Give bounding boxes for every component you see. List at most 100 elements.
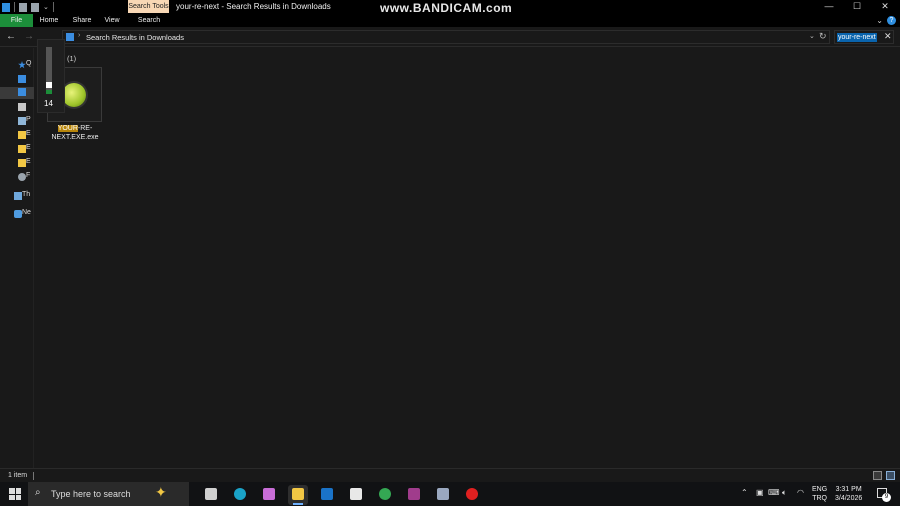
search-tools-context-tab[interactable]: Search Tools (128, 0, 169, 13)
status-separator (33, 472, 34, 480)
notification-center-icon[interactable]: 9 (877, 488, 891, 502)
chrome-icon (379, 488, 391, 500)
clear-search-icon[interactable]: ✕ (884, 31, 892, 42)
new-folder-icon[interactable] (31, 2, 39, 12)
taskbar-button-app[interactable] (433, 485, 453, 505)
tray-app-icon[interactable]: ▣ (756, 488, 764, 497)
tab-share[interactable]: Share (70, 14, 94, 27)
volume-slider-fill (46, 90, 52, 94)
nav-label: Q (26, 60, 32, 67)
tab-search[interactable]: Search (135, 14, 163, 27)
desktop-icon (18, 75, 26, 83)
copilot-sparkle-icon[interactable]: ✦ (155, 484, 167, 501)
taskbar-button-copilot[interactable] (259, 485, 279, 505)
item-count: 1 item (8, 472, 28, 479)
tab-file[interactable]: File (0, 14, 33, 27)
group-count: (1) (67, 54, 77, 63)
nav-folder-2[interactable]: E (14, 144, 34, 156)
volume-level: 14 (44, 99, 53, 108)
pictures-icon (18, 117, 26, 125)
nav-quick-access[interactable]: Q (14, 60, 34, 72)
help-icon[interactable]: ? (887, 16, 896, 25)
taskbar-search-placeholder[interactable]: Type here to search (51, 489, 131, 499)
nav-network[interactable]: Ne (10, 209, 34, 221)
qat-separator-2 (52, 2, 54, 12)
address-bar[interactable]: › Search Results in Downloads ⌄ ↻ (62, 30, 830, 44)
file-name-part: -RE- (77, 125, 93, 132)
search-match-highlight: YOUR (57, 125, 78, 132)
windows-start-icon[interactable] (9, 488, 21, 500)
copilot-icon (263, 488, 275, 500)
taskbar-button-chrome[interactable] (375, 485, 395, 505)
close-button[interactable]: ✕ (878, 1, 892, 12)
folder-icon (18, 131, 26, 139)
keyboard-icon[interactable]: ⌨ (768, 488, 780, 497)
keyboard-layout: TRQ (812, 495, 827, 502)
winrar-icon (408, 488, 420, 500)
ribbon-controls: ⌄ ? (876, 16, 896, 25)
pc-icon (14, 192, 22, 200)
clock-date: 3/4/2026 (835, 495, 863, 502)
quick-access-toolbar: ⌄ (2, 2, 54, 12)
input-language[interactable]: ENG TRQ (812, 485, 827, 503)
download-icon (18, 88, 26, 96)
taskbar-button-bandicam-record[interactable] (462, 485, 482, 505)
nav-label: E (26, 158, 31, 165)
document-icon (18, 103, 26, 111)
back-arrow-icon[interactable]: ← (6, 31, 16, 42)
address-row: ← → › Search Results in Downloads ⌄ ↻ yo… (0, 27, 900, 47)
network-icon[interactable]: ◠ (797, 488, 804, 497)
nav-label: P (26, 116, 31, 123)
bandicam-record-icon (466, 488, 478, 500)
taskbar-button-task-view[interactable] (201, 485, 221, 505)
notification-count: 9 (882, 493, 891, 502)
nav-folder-3[interactable]: E (14, 158, 34, 170)
nav-documents[interactable] (14, 102, 34, 114)
nav-label: F (26, 172, 31, 179)
nav-label: Ne (22, 209, 31, 216)
taskbar-search[interactable]: ⌕ Type here to search ✦ (28, 482, 189, 506)
large-icons-view-button[interactable] (886, 471, 895, 480)
search-box[interactable]: your-re-next ✕ (834, 30, 894, 44)
expand-ribbon-icon[interactable]: ⌄ (876, 16, 883, 25)
taskbar-button-file-explorer[interactable] (288, 485, 308, 505)
file-name-part-2: NEXT.EXE.exe (51, 134, 99, 141)
breadcrumb-path[interactable]: Search Results in Downloads (86, 33, 184, 42)
details-view-button[interactable] (873, 471, 882, 480)
nav-this-pc[interactable]: Th (10, 191, 34, 203)
tab-home[interactable]: Home (37, 14, 61, 27)
app-icon (437, 488, 449, 500)
show-hidden-icons[interactable]: ⌃ (741, 488, 748, 497)
nav-folder-1[interactable]: E (14, 130, 34, 142)
taskbar-button-winrar[interactable] (404, 485, 424, 505)
nav-desktop[interactable] (14, 74, 34, 86)
nav-search-folder[interactable]: F (14, 172, 34, 184)
nav-pictures[interactable]: P (14, 116, 34, 128)
maximize-button[interactable]: ☐ (850, 1, 864, 12)
minimize-button[interactable]: — (822, 1, 836, 11)
taskbar-button-store[interactable] (346, 485, 366, 505)
properties-icon[interactable] (19, 2, 27, 12)
window-title: your-re-next - Search Results in Downloa… (176, 2, 331, 11)
task-view-icon (205, 488, 217, 500)
speaker-icon[interactable]: 🔈︎ (782, 488, 787, 498)
volume-slider-thumb[interactable] (46, 82, 52, 88)
forward-arrow-icon[interactable]: → (24, 31, 34, 42)
nav-label: Th (22, 191, 31, 198)
app-green-ball-icon[interactable] (62, 83, 86, 107)
file-name[interactable]: YOUR-RE- NEXT.EXE.exe (47, 124, 103, 142)
clock[interactable]: 3:31 PM 3/4/2026 (835, 485, 862, 503)
nav-label: E (26, 144, 31, 151)
customize-qat-icon[interactable]: ⌄ (43, 3, 49, 12)
nav-downloads[interactable] (0, 87, 34, 99)
breadcrumb-separator: › (78, 32, 81, 39)
taskbar-button-outlook[interactable] (317, 485, 337, 505)
ribbon-tabs: File Home Share View Search ⌄ ? (0, 14, 900, 27)
address-dropdown-icon[interactable]: ⌄ (809, 32, 815, 40)
clock-time: 3:31 PM (835, 486, 862, 493)
search-input[interactable]: your-re-next (837, 33, 877, 42)
taskbar-button-edge[interactable] (230, 485, 250, 505)
tab-view[interactable]: View (101, 14, 123, 27)
refresh-icon[interactable]: ↻ (819, 31, 827, 42)
folder-icon (18, 159, 26, 167)
